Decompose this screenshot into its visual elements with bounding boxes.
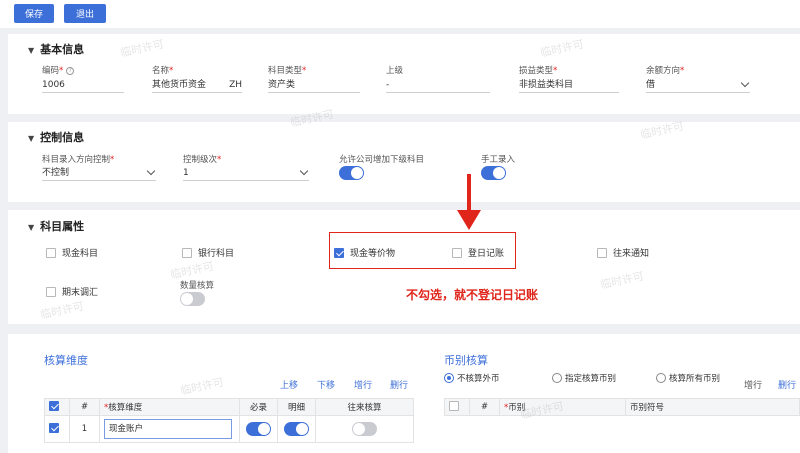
bottom-section: 核算维度 上移 下移 增行 删行 # *核算维度 必录 明细 往来核算 1 现金… [8, 334, 800, 453]
radio-all-currency[interactable]: 核算所有币别 [656, 372, 720, 384]
code-label: 编码*? [42, 64, 75, 76]
caret-down-icon: ▼ [28, 46, 35, 55]
checkbox-icon [46, 247, 56, 258]
chevron-down-icon [740, 78, 750, 88]
pl-type-label: 损益类型* [519, 66, 558, 76]
currency-select-all[interactable] [444, 398, 470, 416]
parent-label: 上级 [386, 66, 404, 76]
currency-header-index: # [469, 398, 500, 416]
row-detail-cell[interactable] [277, 415, 316, 443]
currency-delete-row[interactable]: 删行 [778, 378, 796, 391]
radio-specified-currency[interactable]: 指定核算币别 [552, 372, 616, 384]
control-info-title[interactable]: ▼ 控制信息 [28, 129, 84, 145]
pl-type-field[interactable]: 非损益类科目 [519, 77, 619, 93]
currency-empty-row [445, 416, 800, 453]
annotation-text: 不勾选，就不登记日记账 [406, 288, 539, 302]
select-all-cell[interactable] [44, 398, 70, 416]
table-header-row: # *核算维度 必录 明细 往来核算 [44, 398, 414, 416]
currency-header-symbol: 币别符号 [625, 398, 800, 416]
dimension-title: 核算维度 [44, 354, 88, 367]
name-field[interactable]: 其他货币资金 ZH [152, 77, 242, 93]
contact-toggle[interactable] [352, 422, 377, 436]
dimension-table: # *核算维度 必录 明细 往来核算 1 现金账户 [44, 398, 414, 443]
manual-entry-toggle[interactable] [481, 166, 506, 180]
detail-toggle[interactable] [284, 422, 309, 436]
radio-selected-icon [444, 373, 454, 383]
control-level-label: 控制级次* [183, 155, 222, 165]
entry-control-label: 科目录入方向控制* [42, 155, 115, 165]
exit-button[interactable]: 退出 [64, 4, 106, 23]
move-down-link[interactable]: 下移 [317, 378, 335, 391]
add-row-link[interactable]: 增行 [354, 378, 372, 391]
checkbox-icon [597, 247, 607, 258]
balance-select[interactable]: 借 [646, 77, 750, 93]
caret-down-icon: ▼ [28, 223, 35, 232]
radio-icon [552, 373, 562, 383]
attributes-title[interactable]: ▼ 科目属性 [28, 218, 84, 234]
move-up-link[interactable]: 上移 [280, 378, 298, 391]
entry-control-select[interactable]: 不控制 [42, 165, 156, 181]
toolbar: 保存 退出 [0, 0, 800, 28]
header-index: # [69, 398, 100, 416]
checkbox-icon [182, 247, 192, 258]
radio-icon [656, 373, 666, 383]
header-detail: 明细 [277, 398, 316, 416]
row-required-cell[interactable] [239, 415, 278, 443]
row-dimension-cell[interactable]: 现金账户 [99, 415, 240, 443]
allow-sub-toggle[interactable] [339, 166, 364, 180]
checkbox-checked-icon[interactable] [49, 422, 59, 433]
row-select-cell[interactable] [44, 415, 70, 443]
checkbox-icon [46, 286, 56, 297]
control-level-select[interactable]: 1 [183, 165, 309, 181]
qty-accounting-label: 数量核算 [180, 281, 215, 291]
highlight-box [329, 232, 516, 269]
name-label: 名称* [152, 66, 174, 76]
period-adjust-checkbox[interactable]: 期末调汇 [46, 285, 98, 298]
bank-account-checkbox[interactable]: 银行科目 [182, 246, 234, 259]
row-contact-cell[interactable] [315, 415, 414, 443]
language-suffix[interactable]: ZH [229, 77, 242, 93]
header-contact: 往来核算 [315, 398, 414, 416]
table-row[interactable]: 1 现金账户 [44, 415, 414, 443]
chevron-down-icon [146, 166, 156, 176]
delete-row-link[interactable]: 删行 [390, 378, 408, 391]
save-button[interactable]: 保存 [14, 4, 54, 23]
caret-down-icon: ▼ [28, 134, 35, 143]
checkbox-checked-icon[interactable] [49, 400, 59, 411]
parent-field[interactable]: - [386, 77, 490, 93]
basic-info-title[interactable]: ▼ 基本信息 [28, 41, 84, 57]
currency-title: 币别核算 [444, 354, 488, 367]
dimension-input[interactable]: 现金账户 [104, 419, 232, 439]
manual-entry-label: 手工录入 [481, 155, 516, 165]
type-field[interactable]: 资产类 [268, 77, 360, 93]
code-field[interactable]: 1006 [42, 77, 124, 93]
chevron-down-icon [299, 166, 309, 176]
row-index: 1 [69, 415, 100, 443]
arrow-down-icon [457, 174, 481, 230]
help-icon[interactable]: ? [66, 66, 75, 75]
allow-sub-label: 允许公司增加下级科目 [339, 155, 425, 165]
radio-no-foreign[interactable]: 不核算外币 [444, 372, 500, 384]
balance-label: 余额方向* [646, 66, 685, 76]
checkbox-icon[interactable] [449, 400, 459, 411]
qty-accounting-toggle[interactable] [180, 292, 205, 306]
currency-header-row: # *币别 币别符号 [444, 398, 800, 416]
header-required: 必录 [239, 398, 278, 416]
currency-table: # *币别 币别符号 [444, 398, 800, 453]
header-dimension: *核算维度 [99, 398, 240, 416]
currency-add-row[interactable]: 增行 [744, 378, 762, 391]
contact-notice-checkbox[interactable]: 往来通知 [597, 246, 649, 259]
type-label: 科目类型* [268, 66, 307, 76]
cash-account-checkbox[interactable]: 现金科目 [46, 246, 98, 259]
required-toggle[interactable] [246, 422, 271, 436]
